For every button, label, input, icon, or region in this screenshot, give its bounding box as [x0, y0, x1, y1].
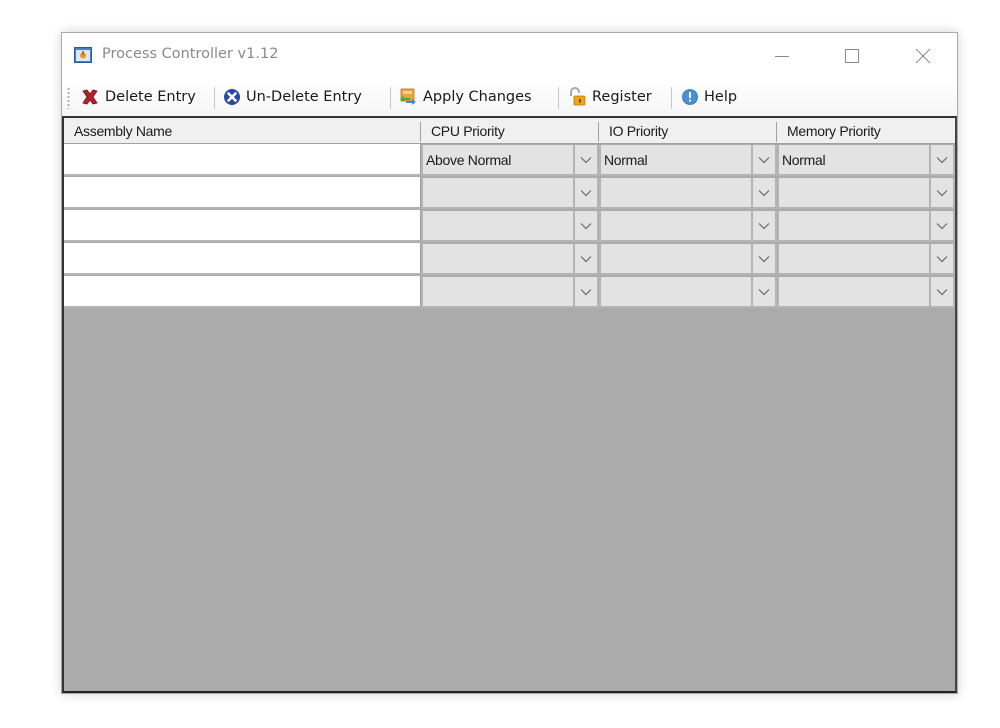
- assembly-name-cell[interactable]: [64, 144, 421, 176]
- grid-row: [64, 276, 955, 309]
- dropdown-button[interactable]: [751, 244, 775, 273]
- io-priority-value: Normal: [604, 152, 648, 168]
- io-priority-dropdown[interactable]: [599, 277, 777, 308]
- column-header-io-priority[interactable]: IO Priority: [599, 118, 776, 144]
- chevron-down-icon: [580, 288, 592, 295]
- assembly-name-cell[interactable]: [64, 210, 421, 242]
- grid-row: [64, 177, 955, 210]
- memory-priority-dropdown[interactable]: [777, 178, 955, 209]
- app-icon: [74, 47, 92, 63]
- chevron-down-icon: [580, 255, 592, 262]
- chevron-down-icon: [580, 156, 592, 163]
- dropdown-button[interactable]: [929, 178, 953, 207]
- app-window: Process Controller v1.12 Delete Entry Un…: [61, 32, 958, 694]
- dropdown-button[interactable]: [929, 211, 953, 240]
- memory-priority-value: Normal: [782, 152, 826, 168]
- cpu-priority-dropdown[interactable]: [421, 277, 599, 308]
- delete-entry-button[interactable]: Delete Entry: [80, 85, 196, 109]
- dropdown-button[interactable]: [751, 178, 775, 207]
- chevron-down-icon: [936, 189, 948, 196]
- dropdown-button[interactable]: [751, 277, 775, 306]
- cpu-priority-dropdown[interactable]: [421, 178, 599, 209]
- chevron-down-icon: [758, 255, 770, 262]
- assembly-name-cell[interactable]: [64, 177, 421, 209]
- help-button[interactable]: Help: [681, 85, 737, 109]
- apply-changes-icon: [400, 88, 416, 105]
- minimize-button[interactable]: [759, 33, 805, 79]
- chevron-down-icon: [758, 288, 770, 295]
- undelete-circle-x-icon: [224, 89, 240, 105]
- dropdown-button[interactable]: [573, 211, 597, 240]
- undelete-entry-button[interactable]: Un-Delete Entry: [223, 85, 362, 109]
- apply-changes-label: Apply Changes: [423, 89, 532, 105]
- chevron-down-icon: [936, 156, 948, 163]
- delete-x-icon: [82, 89, 98, 105]
- memory-priority-dropdown[interactable]: [777, 244, 955, 275]
- memory-priority-dropdown[interactable]: [777, 211, 955, 242]
- io-priority-dropdown[interactable]: [599, 244, 777, 275]
- assembly-name-cell[interactable]: [64, 243, 421, 275]
- toolbar-separator: [558, 87, 559, 109]
- io-priority-dropdown[interactable]: [599, 178, 777, 209]
- minimize-icon: [775, 56, 789, 57]
- chevron-down-icon: [936, 255, 948, 262]
- chevron-down-icon: [936, 288, 948, 295]
- info-icon: [682, 89, 698, 105]
- toolbar-grip[interactable]: [67, 87, 70, 109]
- undelete-entry-label: Un-Delete Entry: [246, 89, 362, 105]
- memory-priority-dropdown[interactable]: Normal: [777, 145, 955, 176]
- dropdown-button[interactable]: [751, 145, 775, 174]
- column-header-cpu-priority[interactable]: CPU Priority: [421, 118, 597, 144]
- toolbar: Delete Entry Un-Delete Entry Apply Chang…: [62, 79, 957, 116]
- toolbar-separator: [390, 87, 391, 109]
- dropdown-button[interactable]: [573, 244, 597, 273]
- chevron-down-icon: [758, 222, 770, 229]
- cpu-priority-dropdown[interactable]: [421, 244, 599, 275]
- process-grid[interactable]: Assembly Name CPU Priority IO Priority M…: [62, 116, 957, 693]
- register-label: Register: [592, 89, 652, 105]
- chevron-down-icon: [758, 189, 770, 196]
- chevron-down-icon: [580, 189, 592, 196]
- cpu-priority-value: Above Normal: [426, 152, 512, 168]
- chevron-down-icon: [936, 222, 948, 229]
- dropdown-button[interactable]: [929, 277, 953, 306]
- apply-changes-button[interactable]: Apply Changes: [398, 85, 532, 109]
- memory-priority-dropdown[interactable]: [777, 277, 955, 308]
- close-icon: [915, 48, 931, 64]
- dropdown-button[interactable]: [573, 277, 597, 306]
- title-bar[interactable]: Process Controller v1.12: [62, 33, 957, 79]
- window-title: Process Controller v1.12: [102, 46, 279, 62]
- io-priority-dropdown[interactable]: [599, 211, 777, 242]
- assembly-name-cell[interactable]: [64, 276, 421, 308]
- grid-header-row: Assembly Name CPU Priority IO Priority M…: [64, 118, 955, 144]
- dropdown-button[interactable]: [751, 211, 775, 240]
- grid-row: [64, 210, 955, 243]
- close-button[interactable]: [900, 33, 946, 79]
- help-label: Help: [704, 89, 738, 105]
- maximize-button[interactable]: [829, 33, 875, 79]
- register-button[interactable]: Register: [567, 85, 652, 109]
- grid-row: Above Normal Normal Normal: [64, 144, 955, 177]
- dropdown-button[interactable]: [929, 145, 953, 174]
- toolbar-separator: [671, 87, 672, 109]
- chevron-down-icon: [758, 156, 770, 163]
- unlocked-padlock-icon: [570, 87, 586, 106]
- grid-row: [64, 243, 955, 276]
- cpu-priority-dropdown[interactable]: Above Normal: [421, 145, 599, 176]
- column-header-memory-priority[interactable]: Memory Priority: [777, 118, 955, 144]
- dropdown-button[interactable]: [929, 244, 953, 273]
- dropdown-button[interactable]: [573, 145, 597, 174]
- column-header-assembly-name[interactable]: Assembly Name: [64, 118, 420, 144]
- delete-entry-label: Delete Entry: [105, 89, 196, 105]
- io-priority-dropdown[interactable]: Normal: [599, 145, 777, 176]
- cpu-priority-dropdown[interactable]: [421, 211, 599, 242]
- maximize-icon: [845, 49, 859, 63]
- dropdown-button[interactable]: [573, 178, 597, 207]
- chevron-down-icon: [580, 222, 592, 229]
- toolbar-separator: [214, 87, 215, 109]
